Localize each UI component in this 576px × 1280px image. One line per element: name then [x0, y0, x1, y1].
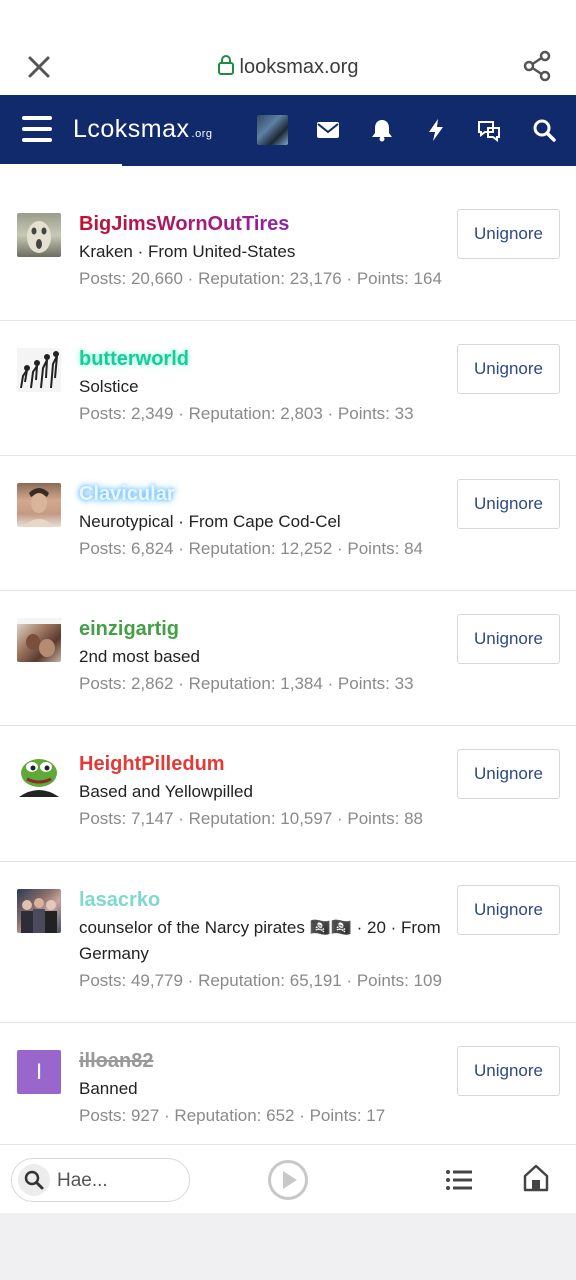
username[interactable]: einzigartig: [79, 618, 179, 641]
avatar[interactable]: [17, 348, 61, 392]
username[interactable]: BigJimsWornOutTires: [79, 213, 289, 236]
search-icon[interactable]: [531, 117, 557, 143]
avatar[interactable]: [17, 213, 61, 257]
user-title: Neurotypical · From Cape Cod-Cel: [79, 512, 341, 531]
search-field[interactable]: Hae...: [11, 1158, 190, 1202]
share-icon[interactable]: [522, 50, 552, 82]
user-stats: Posts: 7,147 · Reputation: 10,597 · Poin…: [79, 809, 423, 828]
user-avatar[interactable]: [257, 115, 288, 145]
username[interactable]: butterworld: [79, 348, 189, 371]
avatar[interactable]: [17, 889, 61, 933]
unignore-button[interactable]: Unignore: [457, 344, 560, 394]
list-item: lasacrko counselor of the Narcy pirates …: [0, 862, 576, 1023]
unignore-button[interactable]: Unignore: [457, 885, 560, 935]
unignore-button[interactable]: Unignore: [457, 479, 560, 529]
address-bar[interactable]: looksmax.org: [0, 55, 576, 79]
user-title: Based and Yellowpilled: [79, 782, 253, 801]
menu-icon[interactable]: [22, 116, 52, 144]
url-text: looksmax.org: [239, 56, 359, 78]
list-item: BigJimsWornOutTires Kraken · From United…: [0, 166, 576, 321]
avatar[interactable]: [17, 753, 61, 797]
unignore-button[interactable]: Unignore: [457, 614, 560, 664]
list-item: Clavicular Neurotypical · From Cape Cod-…: [0, 456, 576, 591]
lock-icon: [217, 55, 234, 75]
unignore-button[interactable]: Unignore: [457, 209, 560, 259]
pepe-frog-icon: [19, 759, 59, 797]
list-icon[interactable]: [445, 1169, 473, 1191]
browser-bottom-bar: Hae...: [0, 1144, 576, 1213]
room-photo-icon: [17, 618, 61, 657]
home-icon[interactable]: [522, 1163, 550, 1193]
lightning-icon[interactable]: [423, 117, 449, 143]
list-item: einzigartig 2nd most based Posts: 2,862 …: [0, 591, 576, 726]
system-nav-area: [0, 1213, 576, 1280]
user-stats: Posts: 2,862 · Reputation: 1,384 · Point…: [79, 674, 414, 693]
search-icon: [18, 1164, 50, 1196]
username[interactable]: illoan82: [79, 1050, 153, 1073]
site-logo[interactable]: Lcoksmax .org: [73, 115, 213, 144]
user-title: Solstice: [79, 377, 139, 396]
user-stats: Posts: 20,660 · Reputation: 23,176 · Poi…: [79, 269, 442, 288]
list-item: I illoan82 Banned Posts: 927 · Reputatio…: [0, 1023, 576, 1144]
avatar[interactable]: I: [17, 1050, 61, 1094]
user-stats: Posts: 6,824 · Reputation: 12,252 · Poin…: [79, 539, 423, 558]
username[interactable]: HeightPilledum: [79, 753, 225, 776]
list-item: butterworld Solstice Posts: 2,349 · Repu…: [0, 321, 576, 456]
play-icon[interactable]: [267, 1159, 309, 1201]
user-title: Banned: [79, 1079, 138, 1098]
avatar[interactable]: [17, 483, 61, 527]
search-placeholder: Hae...: [57, 1170, 108, 1191]
portrait-photo-icon: [23, 488, 55, 527]
ignored-users-list: BigJimsWornOutTires Kraken · From United…: [0, 166, 576, 1144]
user-title: counselor of the Narcy pirates 🏴‍☠️🏴‍☠️ …: [79, 918, 441, 963]
avatar[interactable]: [17, 618, 61, 662]
mail-icon[interactable]: [315, 117, 341, 143]
user-stats: Posts: 927 · Reputation: 652 · Points: 1…: [79, 1106, 386, 1125]
unignore-button[interactable]: Unignore: [457, 1046, 560, 1096]
user-title: 2nd most based: [79, 647, 200, 666]
group-photo-icon: [21, 898, 57, 933]
list-item: HeightPilledum Based and Yellowpilled Po…: [0, 726, 576, 862]
unignore-button[interactable]: Unignore: [457, 749, 560, 799]
user-title: Kraken · From United-States: [79, 242, 296, 261]
username[interactable]: lasacrko: [79, 889, 160, 912]
bell-icon[interactable]: [369, 117, 395, 143]
username[interactable]: Clavicular: [79, 483, 175, 506]
conversations-icon[interactable]: [476, 117, 502, 143]
browser-top-bar: looksmax.org: [0, 0, 576, 95]
evolution-sketch-icon: [20, 351, 59, 389]
user-stats: Posts: 2,349 · Reputation: 2,803 · Point…: [79, 404, 414, 423]
user-stats: Posts: 49,779 · Reputation: 65,191 · Poi…: [79, 971, 442, 990]
site-navbar: Lcoksmax.org 7: [0, 95, 576, 223]
scream-face-icon: [27, 221, 51, 253]
